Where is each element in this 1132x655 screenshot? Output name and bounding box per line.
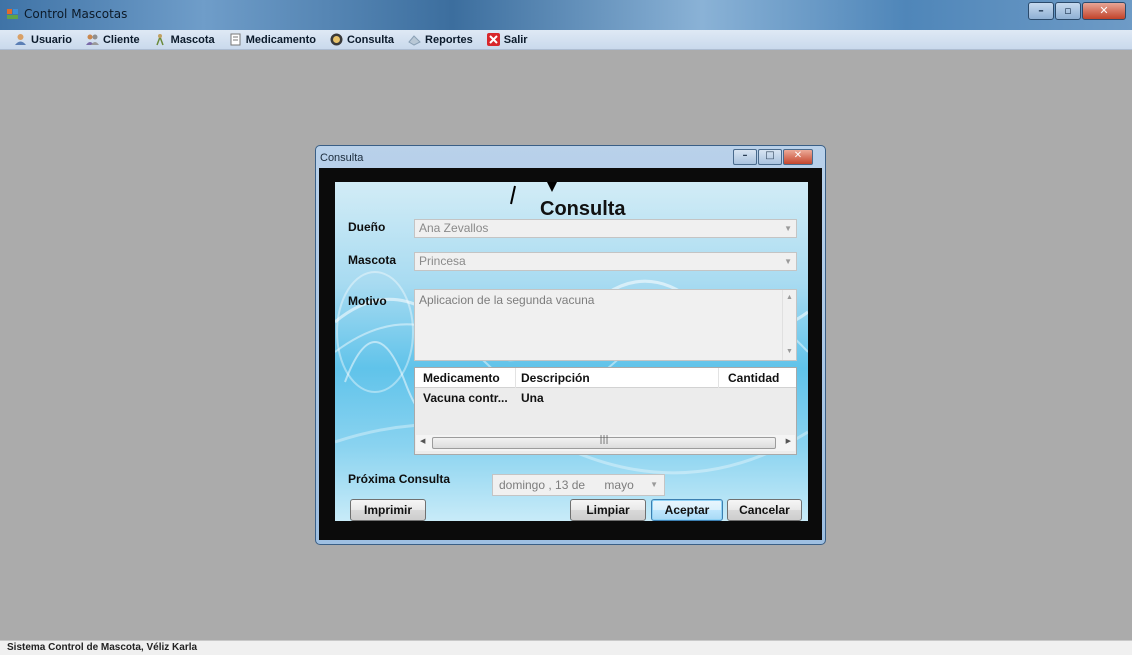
- menu-item-salir[interactable]: Salir: [486, 33, 528, 46]
- menu-bar: Usuario Cliente Mascota Medicamento Cons…: [0, 30, 1132, 50]
- scrollbar-thumb[interactable]: |||: [432, 435, 776, 449]
- chevron-down-icon: ▼: [650, 480, 658, 489]
- user-icon: [14, 33, 27, 46]
- column-header-cantidad[interactable]: Cantidad: [728, 371, 779, 385]
- form-panel: Consulta Dueño Ana Zevallos ▼ Mascota Pr…: [335, 182, 808, 521]
- grip-icon: |||: [599, 435, 609, 445]
- consultation-icon: [330, 33, 343, 46]
- scroll-left-icon: ◀: [420, 437, 426, 445]
- window-controls: – ▫ ✕: [1027, 2, 1126, 20]
- form-heading: Consulta: [540, 198, 626, 220]
- pet-combobox[interactable]: Princesa ▼: [414, 252, 797, 271]
- dialog-maximize-button[interactable]: □: [758, 149, 782, 165]
- medicine-icon: [229, 33, 242, 46]
- owner-value: Ana Zevallos: [419, 221, 489, 235]
- next-consultation-label: Próxima Consulta: [348, 472, 451, 486]
- date-month: mayo: [604, 478, 634, 492]
- menu-label: Medicamento: [245, 33, 316, 46]
- owner-combobox[interactable]: Ana Zevallos ▼: [414, 219, 797, 238]
- scroll-right-icon: ▶: [785, 437, 791, 445]
- cell-medicamento: Vacuna contr...: [423, 391, 508, 405]
- reason-scrollbar[interactable]: ▲ ▼: [782, 290, 796, 360]
- owner-label: Dueño: [348, 220, 386, 234]
- cancel-button[interactable]: Cancelar: [727, 499, 802, 521]
- column-header-medicamento[interactable]: Medicamento: [423, 371, 500, 385]
- dialog-window-controls: – □ ✕: [732, 149, 813, 165]
- consulta-dialog: Consulta – □ ✕ Consulta Dueño Ana Zevall…: [315, 145, 826, 545]
- chevron-down-icon: ▼: [784, 257, 792, 266]
- grid-header: Medicamento Descripción Cantidad: [415, 368, 796, 388]
- dialog-close-button[interactable]: ✕: [783, 149, 813, 165]
- column-header-descripcion[interactable]: Descripción: [521, 371, 590, 385]
- menu-item-medicamento[interactable]: Medicamento: [229, 33, 316, 46]
- accept-button[interactable]: Aceptar: [651, 499, 723, 521]
- menu-label: Mascota: [170, 33, 215, 46]
- dialog-minimize-button[interactable]: –: [733, 149, 757, 165]
- clear-button[interactable]: Limpiar: [570, 499, 646, 521]
- reason-label: Motivo: [348, 294, 387, 308]
- reason-textarea[interactable]: Aplicacion de la segunda vacuna ▲ ▼: [414, 289, 797, 361]
- window-title: Control Mascotas: [24, 7, 128, 21]
- reason-value: Aplicacion de la segunda vacuna: [419, 293, 595, 307]
- column-separator: [718, 368, 719, 388]
- main-title-bar: Control Mascotas – ▫ ✕: [0, 0, 1132, 30]
- next-consultation-datepicker[interactable]: domingo , 13 de mayo ▼: [492, 474, 665, 496]
- maximize-icon: □: [765, 150, 775, 161]
- menu-label: Salir: [503, 33, 528, 46]
- minimize-button[interactable]: –: [1028, 2, 1054, 20]
- medications-grid[interactable]: Medicamento Descripción Cantidad Vacuna …: [414, 367, 797, 455]
- scroll-down-icon: ▼: [786, 348, 793, 355]
- close-button[interactable]: ✕: [1082, 2, 1126, 20]
- date-weekday-day: domingo , 13 de: [499, 478, 586, 492]
- pet-label: Mascota: [348, 253, 397, 267]
- menu-item-cliente[interactable]: Cliente: [85, 33, 140, 46]
- restore-icon: ▫: [1064, 4, 1072, 17]
- print-button[interactable]: Imprimir: [350, 499, 426, 521]
- cell-descripcion: Una: [521, 391, 544, 405]
- scroll-up-icon: ▲: [786, 294, 793, 301]
- menu-item-mascota[interactable]: Mascota: [154, 33, 215, 46]
- close-icon: ✕: [1099, 4, 1109, 17]
- pet-value: Princesa: [419, 254, 466, 268]
- status-text: Sistema Control de Mascota, Véliz Karla: [7, 642, 198, 653]
- app-icon: [7, 9, 18, 19]
- chevron-down-icon: ▼: [784, 224, 792, 233]
- menu-item-reportes[interactable]: Reportes: [408, 33, 473, 46]
- dialog-title: Consulta: [320, 152, 364, 164]
- minimize-icon: –: [742, 150, 748, 161]
- close-icon: ✕: [793, 150, 803, 161]
- exit-icon: [486, 33, 500, 46]
- menu-item-usuario[interactable]: Usuario: [14, 33, 72, 46]
- column-separator: [515, 368, 516, 388]
- reports-icon: [408, 33, 421, 46]
- dialog-body: Consulta Dueño Ana Zevallos ▼ Mascota Pr…: [319, 168, 822, 540]
- status-bar: Sistema Control de Mascota, Véliz Karla: [0, 640, 1132, 655]
- menu-label: Consulta: [346, 33, 395, 46]
- clients-icon: [85, 33, 99, 46]
- restore-button[interactable]: ▫: [1055, 2, 1081, 20]
- menu-label: Reportes: [425, 33, 473, 46]
- pet-icon: [154, 33, 167, 46]
- menu-label: Usuario: [31, 33, 72, 46]
- grid-horizontal-scrollbar[interactable]: ◀ ||| ▶: [416, 435, 795, 451]
- minimize-icon: –: [1038, 4, 1044, 17]
- menu-item-consulta[interactable]: Consulta: [330, 33, 394, 46]
- menu-label: Cliente: [102, 33, 140, 46]
